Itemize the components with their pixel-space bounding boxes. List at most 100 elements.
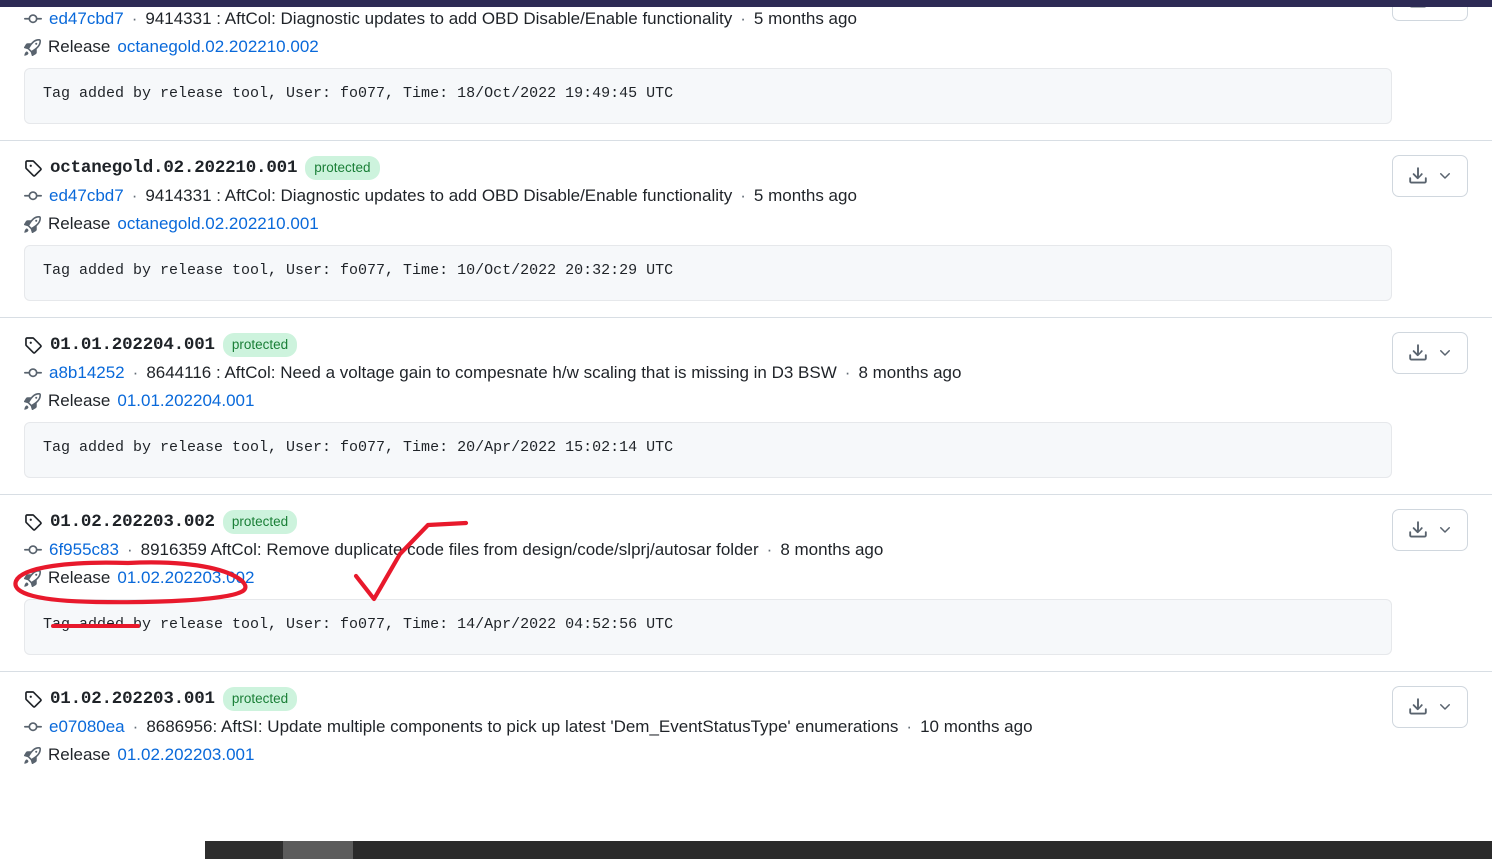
taskbar-tray[interactable] xyxy=(353,841,1478,859)
chevron-down-icon xyxy=(1437,345,1453,361)
chevron-down-icon xyxy=(1437,699,1453,715)
separator-dot: · xyxy=(740,9,746,28)
release-link[interactable]: 01.01.202204.001 xyxy=(117,391,254,411)
protected-badge: protected xyxy=(222,332,298,358)
git-commit-icon xyxy=(24,187,42,205)
rocket-icon xyxy=(24,569,41,587)
tag-header: 01.02.202203.002 protected xyxy=(24,509,1468,535)
tag-row: 01.02.202203.002 protected 6f955c83 · 891635… xyxy=(0,494,1492,671)
tag-list: ed47cbd7 · 9414331 : AftCol: Diagnostic up… xyxy=(0,7,1492,792)
commit-line: ed47cbd7 · 9414331 : AftCol: Diagnostic up… xyxy=(24,7,1468,31)
download-source-button[interactable] xyxy=(1392,686,1468,728)
download-icon xyxy=(1408,166,1428,186)
commit-sha-link[interactable]: a8b14252 xyxy=(49,363,125,383)
commit-relative-time: 8 months ago xyxy=(780,540,884,559)
tag-icon xyxy=(24,159,42,177)
release-line: Release octanegold.02.202210.002 xyxy=(24,35,1468,59)
taskbar-app-group-2[interactable] xyxy=(283,841,353,859)
commit-sha-link[interactable]: 6f955c83 xyxy=(49,540,119,560)
download-source-button[interactable] xyxy=(1392,332,1468,374)
tag-name-link[interactable]: octanegold.02.202210.001 xyxy=(50,158,297,178)
download-source-button[interactable] xyxy=(1392,7,1468,21)
download-icon xyxy=(1408,343,1428,363)
protected-badge: protected xyxy=(222,686,298,712)
tag-message-block: Tag added by release tool, User: fo077, … xyxy=(24,599,1392,655)
tag-header: octanegold.02.202210.001 protected xyxy=(24,155,1468,181)
separator-dot: · xyxy=(126,540,133,559)
tag-row: ed47cbd7 · 9414331 : AftCol: Diagnostic up… xyxy=(0,7,1492,140)
separator-dot: · xyxy=(740,186,746,205)
release-link[interactable]: octanegold.02.202210.002 xyxy=(117,37,318,57)
release-link[interactable]: 01.02.202203.001 xyxy=(117,745,254,765)
download-icon xyxy=(1408,520,1428,540)
commit-message: 8916359 AftCol: Remove duplicate code fi… xyxy=(140,540,759,559)
tag-name-link[interactable]: 01.02.202203.001 xyxy=(50,689,215,709)
tag-message-block: Tag added by release tool, User: fo077, … xyxy=(24,245,1392,301)
commit-sha-link[interactable]: ed47cbd7 xyxy=(49,9,124,29)
separator-dot: · xyxy=(131,9,138,28)
download-source-button[interactable] xyxy=(1392,155,1468,197)
taskbar-app-group-1[interactable] xyxy=(205,841,283,859)
commit-sha-link[interactable]: e07080ea xyxy=(49,717,125,737)
protected-badge: protected xyxy=(305,155,380,181)
release-label: Release xyxy=(48,214,111,233)
tag-icon xyxy=(24,690,42,708)
tag-name-link[interactable]: 01.02.202203.002 xyxy=(50,512,215,532)
tag-message-block: Tag added by release tool, User: fo077, … xyxy=(24,68,1392,124)
tag-icon xyxy=(24,336,42,354)
release-label: Release xyxy=(48,745,111,764)
rocket-icon xyxy=(24,746,41,764)
git-commit-icon xyxy=(24,718,42,736)
browser-chrome-bar xyxy=(0,0,1492,7)
download-source-button[interactable] xyxy=(1392,509,1468,551)
release-link[interactable]: octanegold.02.202210.001 xyxy=(117,214,318,234)
rocket-icon xyxy=(24,392,41,410)
release-label: Release xyxy=(48,37,111,56)
separator-dot: · xyxy=(132,363,139,382)
tag-row-content: 01.02.202203.002 protected 6f955c83 · 891635… xyxy=(24,495,1468,671)
git-commit-icon xyxy=(24,10,42,28)
separator-dot: · xyxy=(766,540,773,559)
tag-name-link[interactable]: 01.01.202204.001 xyxy=(50,335,215,355)
commit-line: ed47cbd7 · 9414331 : AftCol: Diagnostic up… xyxy=(24,184,1468,208)
os-taskbar[interactable] xyxy=(0,841,1492,859)
rocket-icon xyxy=(24,215,41,233)
tag-message-block: Tag added by release tool, User: fo077, … xyxy=(24,422,1392,478)
tag-row-content: 01.02.202203.001 protected e07080ea · 868695… xyxy=(24,672,1468,792)
chevron-down-icon xyxy=(1437,7,1453,8)
release-link[interactable]: 01.02.202203.002 xyxy=(117,568,254,588)
release-label: Release xyxy=(48,391,111,410)
release-label: Release xyxy=(48,568,111,587)
commit-sha-link[interactable]: ed47cbd7 xyxy=(49,186,124,206)
tag-row-content: ed47cbd7 · 9414331 : AftCol: Diagnostic up… xyxy=(24,7,1468,140)
tag-row: 01.02.202203.001 protected e07080ea · 868695… xyxy=(0,671,1492,792)
release-line: Release 01.02.202203.002 xyxy=(24,566,1468,590)
commit-message: 9414331 : AftCol: Diagnostic updates to … xyxy=(145,186,733,205)
chevron-down-icon xyxy=(1437,522,1453,538)
commit-line: e07080ea · 8686956: AftSI: Update multiple… xyxy=(24,715,1468,739)
tag-row-content: octanegold.02.202210.001 protected ed47cbd… xyxy=(24,141,1468,317)
commit-relative-time: 8 months ago xyxy=(858,363,962,382)
separator-dot: · xyxy=(131,186,138,205)
rocket-icon xyxy=(24,38,41,56)
chevron-down-icon xyxy=(1437,168,1453,184)
commit-line: 6f955c83 · 8916359 AftCol: Remove duplicat… xyxy=(24,538,1468,562)
tag-row: 01.01.202204.001 protected a8b14252 · 864411… xyxy=(0,317,1492,494)
commit-relative-time: 5 months ago xyxy=(753,186,857,205)
separator-dot: · xyxy=(844,363,851,382)
commit-message: 8644116 : AftCol: Need a voltage gain to… xyxy=(146,363,837,382)
tag-row: octanegold.02.202210.001 protected ed47cbd… xyxy=(0,140,1492,317)
tag-header: 01.02.202203.001 protected xyxy=(24,686,1468,712)
git-commit-icon xyxy=(24,541,42,559)
git-commit-icon xyxy=(24,364,42,382)
tag-icon xyxy=(24,513,42,531)
commit-relative-time: 5 months ago xyxy=(753,9,857,28)
commit-message: 8686956: AftSI: Update multiple componen… xyxy=(146,717,899,736)
download-icon xyxy=(1408,697,1428,717)
tag-header: 01.01.202204.001 protected xyxy=(24,332,1468,358)
tags-list-page[interactable]: ed47cbd7 · 9414331 : AftCol: Diagnostic up… xyxy=(0,7,1492,841)
protected-badge: protected xyxy=(222,509,298,535)
release-line: Release 01.02.202203.001 xyxy=(24,743,1468,767)
taskbar-left-gap xyxy=(0,841,205,859)
download-icon xyxy=(1408,7,1428,10)
